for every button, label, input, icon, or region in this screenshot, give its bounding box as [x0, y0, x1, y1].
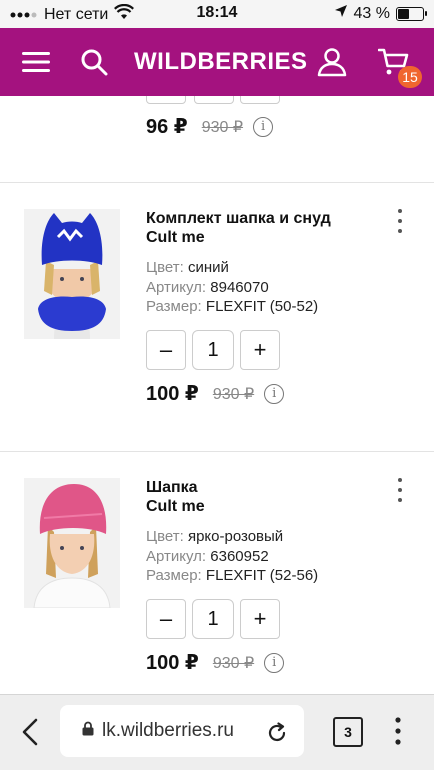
- quantity-minus-button[interactable]: –: [146, 599, 186, 639]
- quantity-stepper: – 1 +: [146, 330, 280, 370]
- logo[interactable]: WILDBERRIES: [134, 48, 308, 76]
- user-icon[interactable]: [314, 44, 350, 80]
- product-image[interactable]: [24, 209, 120, 339]
- attr-label: Цвет:: [146, 528, 184, 545]
- attr-label: Артикул:: [146, 279, 207, 296]
- product-brand: Cult me: [146, 498, 205, 515]
- quantity-field[interactable]: 1: [192, 330, 234, 370]
- attr-value: ярко-розовый: [187, 528, 284, 545]
- search-icon[interactable]: [76, 44, 112, 80]
- cart-list: 96 ₽ 930 ₽ i Комплект шапка и снуд Cult …: [0, 96, 434, 694]
- price-row: 100 ₽ 930 ₽ i: [146, 381, 285, 406]
- back-icon[interactable]: [16, 717, 44, 747]
- price: 100 ₽: [146, 383, 199, 405]
- info-icon[interactable]: i: [253, 116, 274, 137]
- status-right: 43 %: [334, 4, 427, 23]
- attr-value: 8946070: [210, 279, 269, 296]
- quantity-plus-button[interactable]: +: [240, 330, 280, 370]
- quantity-stepper: – 1 +: [146, 599, 280, 639]
- quantity-minus-button[interactable]: –: [146, 330, 186, 370]
- product-brand: Cult me: [146, 229, 205, 246]
- location-arrow-icon: [334, 4, 348, 23]
- url-text: lk.wildberries.ru: [102, 720, 234, 741]
- attr-value: FLEXFIT (50-52): [205, 298, 319, 315]
- product-size: Размер: FLEXFIT (52-56): [146, 567, 318, 584]
- quantity-plus-button[interactable]: +: [240, 599, 280, 639]
- browser-toolbar: lk.wildberries.ru 3: [0, 694, 434, 770]
- attr-value: 6360952: [210, 548, 269, 565]
- product-color: Цвет: синий: [146, 259, 229, 276]
- product-article: Артикул: 6360952: [146, 548, 269, 565]
- app-header: WILDBERRIES 15: [0, 28, 434, 96]
- battery-icon: [396, 6, 427, 21]
- more-options-icon[interactable]: [390, 476, 410, 504]
- price: 96 ₽: [146, 116, 188, 138]
- battery-percent: 43 %: [353, 4, 390, 22]
- product-color: Цвет: ярко-розовый: [146, 528, 283, 545]
- old-price: 930 ₽: [201, 118, 244, 136]
- attr-label: Размер:: [146, 298, 202, 315]
- tabs-button[interactable]: 3: [333, 717, 363, 747]
- attr-value: синий: [187, 259, 229, 276]
- product-article: Артикул: 8946070: [146, 279, 269, 296]
- status-bar: Нет сети 18:14 43 %: [0, 0, 434, 28]
- quantity-field[interactable]: [194, 96, 234, 104]
- previous-item-price-row: 96 ₽ 930 ₽ i: [146, 114, 274, 139]
- quantity-plus-button[interactable]: [240, 96, 280, 104]
- lock-icon: [82, 720, 94, 742]
- product-title[interactable]: Шапка: [146, 478, 198, 498]
- hamburger-menu-icon[interactable]: [18, 44, 54, 80]
- price: 100 ₽: [146, 652, 199, 674]
- old-price: 930 ₽: [212, 654, 255, 672]
- product-title[interactable]: Комплект шапка и снуд: [146, 209, 331, 229]
- reload-icon[interactable]: [264, 721, 290, 745]
- attr-value: FLEXFIT (52-56): [205, 567, 319, 584]
- more-options-icon[interactable]: [390, 207, 410, 235]
- quantity-minus-button[interactable]: [146, 96, 186, 104]
- attr-label: Артикул:: [146, 548, 207, 565]
- attr-label: Размер:: [146, 567, 202, 584]
- cart-item: Шапка Cult me Цвет: ярко-розовый Артикул…: [0, 452, 434, 694]
- cart-item: Комплект шапка и снуд Cult me Цвет: сини…: [0, 183, 434, 451]
- product-size: Размер: FLEXFIT (50-52): [146, 298, 318, 315]
- info-icon[interactable]: i: [264, 652, 285, 673]
- price-row: 100 ₽ 930 ₽ i: [146, 650, 285, 675]
- browser-menu-icon[interactable]: [390, 713, 406, 749]
- quantity-field[interactable]: 1: [192, 599, 234, 639]
- info-icon[interactable]: i: [264, 383, 285, 404]
- product-image[interactable]: [24, 478, 120, 608]
- attr-label: Цвет:: [146, 259, 184, 276]
- cart-count-badge: 15: [398, 66, 422, 88]
- old-price: 930 ₽: [212, 385, 255, 403]
